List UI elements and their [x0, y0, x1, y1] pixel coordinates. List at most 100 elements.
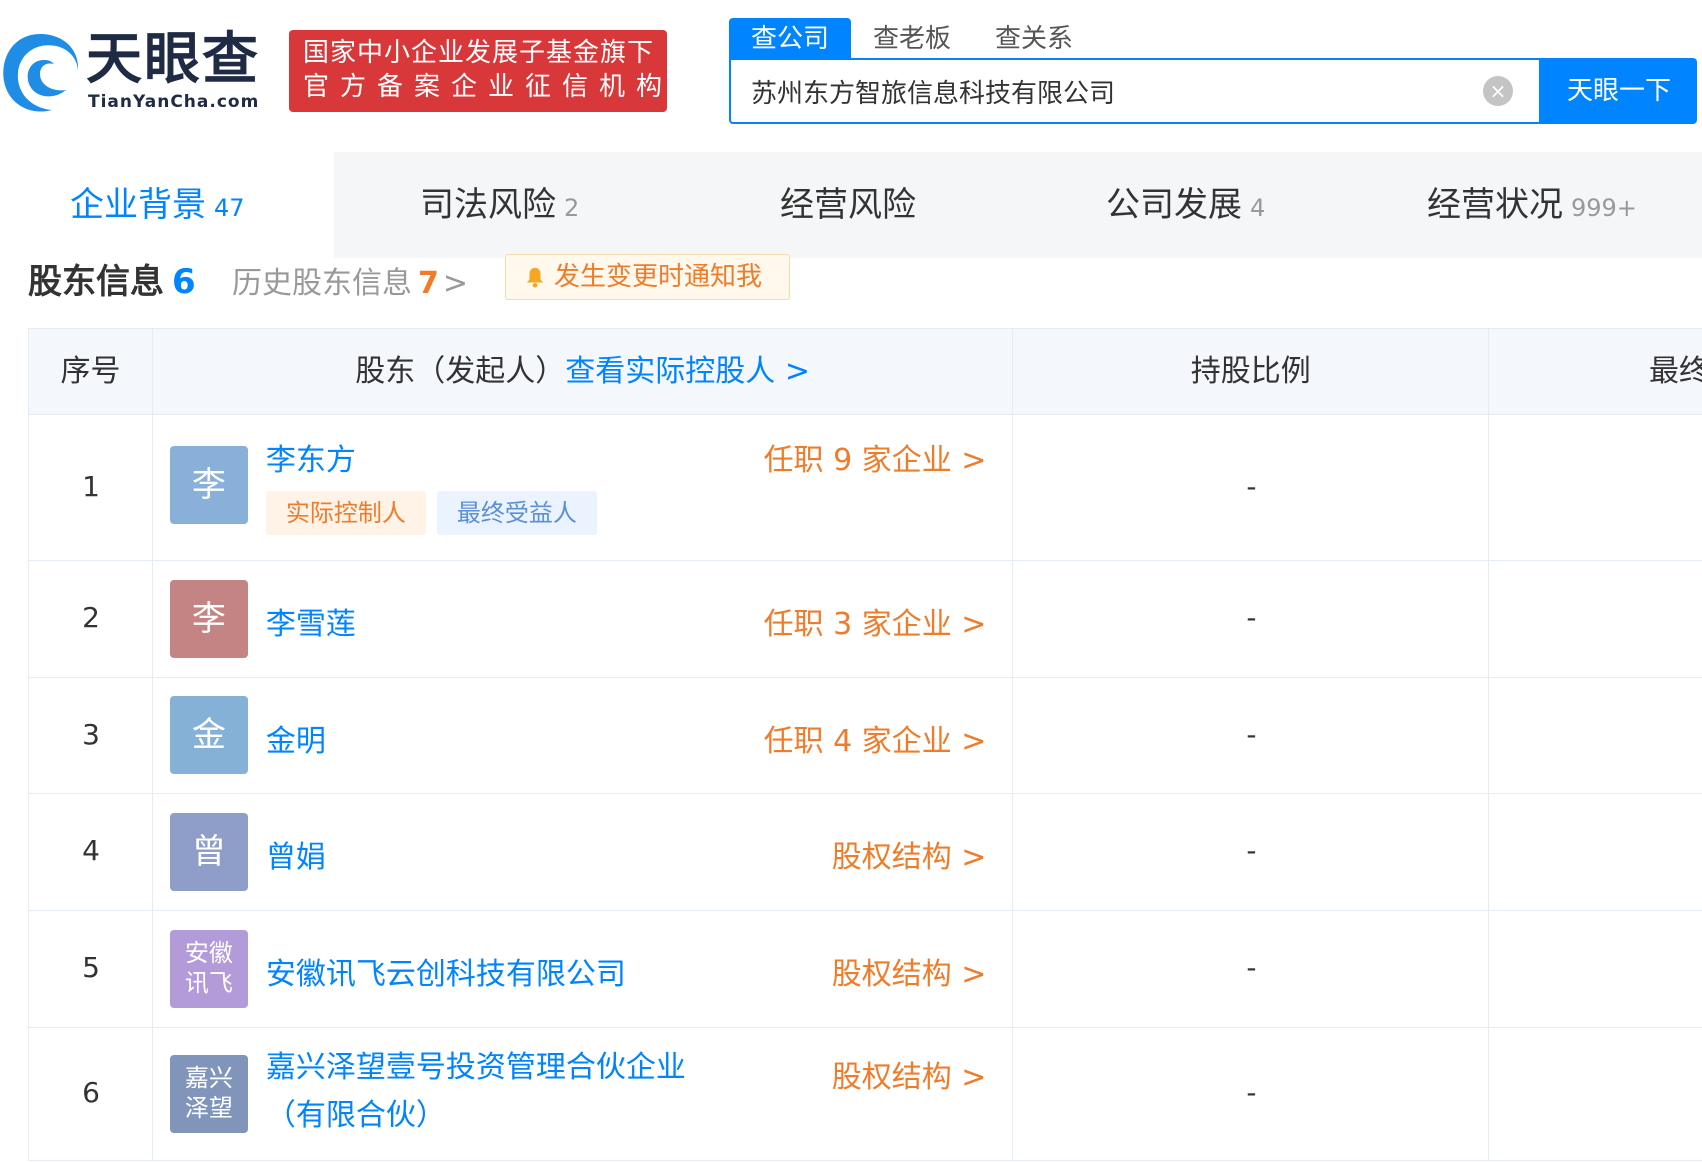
tab-search-company[interactable]: 查公司: [729, 18, 852, 60]
avatar-line-1: 安徽: [184, 939, 233, 967]
row-index-cell: 6: [29, 1028, 153, 1160]
holding-ratio: -: [1246, 834, 1257, 867]
row-holder-cell: 金 金明 任职 4 家企业 >: [153, 678, 1014, 793]
section-count: 6: [172, 262, 196, 302]
row-holder-cell: 李 李雪莲 任职 3 家企业 >: [153, 561, 1014, 677]
shareholder-name[interactable]: 李东方: [266, 435, 356, 479]
row-final-cell: [1489, 1028, 1702, 1160]
row-ratio-cell: -: [1013, 561, 1490, 677]
row-final-cell: [1489, 678, 1702, 793]
row-final-cell: [1489, 561, 1702, 677]
row-final-cell: [1489, 794, 1702, 910]
avatar: 李: [169, 580, 248, 658]
shareholder-name-line-1: 嘉兴泽望壹号投资管理合伙企业: [265, 1050, 686, 1085]
row-final-cell: [1489, 911, 1702, 1027]
search-input[interactable]: [751, 60, 1451, 122]
row-index-cell: 3: [29, 678, 153, 793]
shareholder-name[interactable]: 曾娟: [266, 832, 326, 876]
nav-tab-count: 999+: [1571, 194, 1637, 222]
main-nav: 企业背景 47 司法风险 2 经营风险 公司发展 4 经营状况 999+: [0, 152, 1702, 258]
row-index-cell: 2: [29, 561, 153, 677]
search-button[interactable]: 天眼一下: [1541, 58, 1697, 124]
nav-tab-count: 4: [1250, 194, 1266, 222]
notify-label: 发生变更时通知我: [554, 262, 763, 292]
badge-line-1: 国家中小企业发展子基金旗下: [303, 38, 655, 68]
table-row: 1 李 李东方 实际控制人 最终受益人 任职 9 家企业 > -: [29, 415, 1702, 561]
avatar-line-2: 泽望: [184, 1094, 233, 1122]
notify-on-change-button[interactable]: 发生变更时通知我: [505, 254, 790, 300]
holding-ratio: -: [1246, 951, 1257, 984]
row-index: 3: [82, 718, 100, 751]
chevron-right-icon: >: [442, 266, 469, 301]
header: 天眼查 TianYanCha.com 国家中小企业发展子基金旗下 官方备案企业征…: [0, 0, 1702, 152]
shareholder-table: 序号 股东（发起人）查看实际控股人 > 持股比例 最终受益股份 1 李 李东方 …: [28, 328, 1702, 1161]
history-shareholders-link[interactable]: 历史股东信息 7 >: [232, 258, 468, 302]
shareholder-name[interactable]: 金明: [266, 716, 326, 760]
table-row: 5 安徽 讯飞 安徽讯飞云创科技有限公司 股权结构 > -: [29, 911, 1702, 1028]
badge-line-2: 官方备案企业征信机构: [303, 72, 674, 102]
row-ratio-cell: -: [1013, 1028, 1490, 1160]
header-holder-label: 股东（发起人）: [355, 354, 566, 389]
row-ratio-cell: -: [1013, 678, 1490, 793]
avatar: 金: [169, 696, 248, 774]
avatar-line-2: 讯飞: [184, 969, 233, 997]
holding-ratio: -: [1246, 601, 1257, 634]
row-holder-cell: 安徽 讯飞 安徽讯飞云创科技有限公司 股权结构 >: [153, 911, 1014, 1027]
holding-ratio: -: [1246, 1076, 1257, 1109]
positions-link[interactable]: 任职 9 家企业 >: [764, 435, 987, 479]
row-index-cell: 4: [29, 794, 153, 910]
nav-tab-count: 47: [214, 194, 245, 222]
positions-link[interactable]: 任职 3 家企业 >: [764, 599, 987, 643]
row-index: 4: [82, 834, 100, 867]
nav-tab-label: 经营状况: [1427, 185, 1563, 225]
header-final-benefit: 最终受益股份: [1649, 354, 1702, 389]
row-holder-cell: 曾 曾娟 股权结构 >: [153, 794, 1014, 910]
logo-swirl-icon: [3, 34, 79, 112]
nav-tab-operation[interactable]: 经营状况 999+: [1427, 152, 1637, 258]
equity-structure-link[interactable]: 股权结构 >: [832, 1052, 987, 1096]
tab-search-relation[interactable]: 查关系: [973, 18, 1095, 60]
section-title-text: 股东信息: [28, 262, 164, 302]
avatar: 曾: [169, 813, 248, 891]
table-row: 4 曾 曾娟 股权结构 > -: [29, 794, 1702, 911]
tag-actual-controller: 实际控制人: [265, 491, 426, 535]
nav-tab-label: 企业背景: [70, 185, 206, 225]
row-index: 6: [82, 1076, 100, 1109]
header-index: 序号: [29, 329, 153, 415]
avatar-line-1: 嘉兴: [184, 1064, 233, 1092]
bell-icon: [526, 267, 544, 288]
header-ratio: 持股比例: [1013, 329, 1490, 415]
row-index-cell: 5: [29, 911, 153, 1027]
nav-tab-label: 公司发展: [1106, 185, 1242, 225]
shareholder-name-line-2: （有限合伙）: [265, 1098, 446, 1133]
nav-tab-background[interactable]: 企业背景 47: [0, 152, 334, 258]
row-index: 5: [82, 951, 100, 984]
clear-icon[interactable]: ×: [1483, 76, 1513, 106]
table-header-row: 序号 股东（发起人）查看实际控股人 > 持股比例 最终受益股份: [29, 329, 1702, 415]
row-holder-cell: 李 李东方 实际控制人 最终受益人 任职 9 家企业 >: [153, 415, 1014, 560]
row-ratio-cell: -: [1013, 911, 1490, 1027]
row-holder-cell: 嘉兴 泽望 嘉兴泽望壹号投资管理合伙企业 （有限合伙） 股权结构 >: [153, 1028, 1014, 1160]
equity-structure-link[interactable]: 股权结构 >: [832, 832, 987, 876]
shareholder-name[interactable]: 嘉兴泽望壹号投资管理合伙企业 （有限合伙）: [266, 1044, 686, 1140]
history-count: 7: [418, 266, 439, 301]
equity-structure-link[interactable]: 股权结构 >: [832, 949, 987, 993]
tianyancha-logo[interactable]: 天眼查 TianYanCha.com: [0, 22, 275, 122]
nav-tab-label: 经营风险: [780, 185, 916, 225]
nav-tab-judicial-risk[interactable]: 司法风险 2: [420, 152, 579, 258]
shareholder-name[interactable]: 李雪莲: [266, 599, 356, 643]
holding-ratio: -: [1246, 470, 1257, 503]
table-row: 2 李 李雪莲 任职 3 家企业 > -: [29, 561, 1702, 678]
row-index: 1: [82, 470, 100, 503]
section-title: 股东信息 6: [28, 254, 196, 303]
shareholder-name[interactable]: 安徽讯飞云创科技有限公司: [266, 949, 626, 993]
official-badge: 国家中小企业发展子基金旗下 官方备案企业征信机构: [289, 30, 667, 112]
row-index: 2: [82, 601, 100, 634]
nav-tab-development[interactable]: 公司发展 4: [1106, 152, 1265, 258]
positions-link[interactable]: 任职 4 家企业 >: [764, 716, 987, 760]
nav-tab-business-risk[interactable]: 经营风险: [780, 152, 916, 258]
history-label: 历史股东信息: [232, 266, 412, 301]
view-actual-controller-link[interactable]: 查看实际控股人 >: [565, 354, 810, 389]
nav-tab-count: 2: [564, 194, 580, 222]
tab-search-boss[interactable]: 查老板: [851, 18, 973, 60]
